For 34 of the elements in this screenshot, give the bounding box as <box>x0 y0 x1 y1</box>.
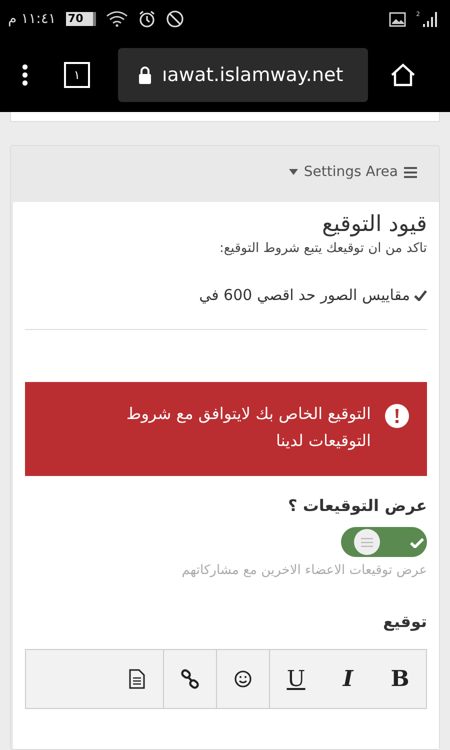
url-text: ıawat.islamway.net <box>162 64 344 86</box>
menu-icon <box>404 166 417 178</box>
link-icon <box>180 669 200 690</box>
tab-count-button[interactable]: ١ <box>64 62 90 88</box>
exclamation-icon <box>385 404 409 428</box>
address-bar[interactable]: ıawat.islamway.net <box>118 48 368 102</box>
field-hint: عرض توقيعات الاعضاء الاخرين مع مشاركاتهم <box>180 563 427 578</box>
check-icon <box>414 290 427 300</box>
format-button[interactable]: I <box>322 650 374 708</box>
lock-icon <box>138 66 152 84</box>
toggle-switch[interactable] <box>341 527 427 558</box>
field-label: توقيع <box>382 612 427 632</box>
alert-message: التوقيع الخاص بك لايتوافق مع شروط التوقيعات لدينا <box>125 403 371 452</box>
format-button[interactable]: B <box>374 650 426 708</box>
image-icon <box>389 12 406 26</box>
check-icon <box>410 536 424 548</box>
section-subtitle: تاكد من ان توقيعك يتبع شروط التوقيع: <box>218 241 427 256</box>
grip-icon <box>361 538 373 547</box>
document-icon <box>129 669 145 690</box>
signal-icon <box>422 11 438 27</box>
wifi-icon <box>106 11 128 27</box>
do-not-disturb-icon <box>166 10 184 28</box>
rule-text: مقاييس الصور حد اقصي 600 في <box>199 286 410 304</box>
smiley-icon <box>234 670 252 688</box>
format-button[interactable]: U <box>269 650 322 708</box>
alarm-icon <box>138 10 156 28</box>
settings-area-toggle[interactable]: Settings Area <box>288 164 417 180</box>
home-icon[interactable] <box>390 63 416 87</box>
battery-level: 70 <box>66 12 96 26</box>
menu-icon[interactable] <box>22 64 28 86</box>
section-title: قيود التوقيع <box>321 212 427 237</box>
clock-time: ١١:٤١ م <box>8 11 56 27</box>
field-label: عرض التوقيعات ؟ <box>286 496 427 516</box>
caret-icon <box>288 169 298 175</box>
